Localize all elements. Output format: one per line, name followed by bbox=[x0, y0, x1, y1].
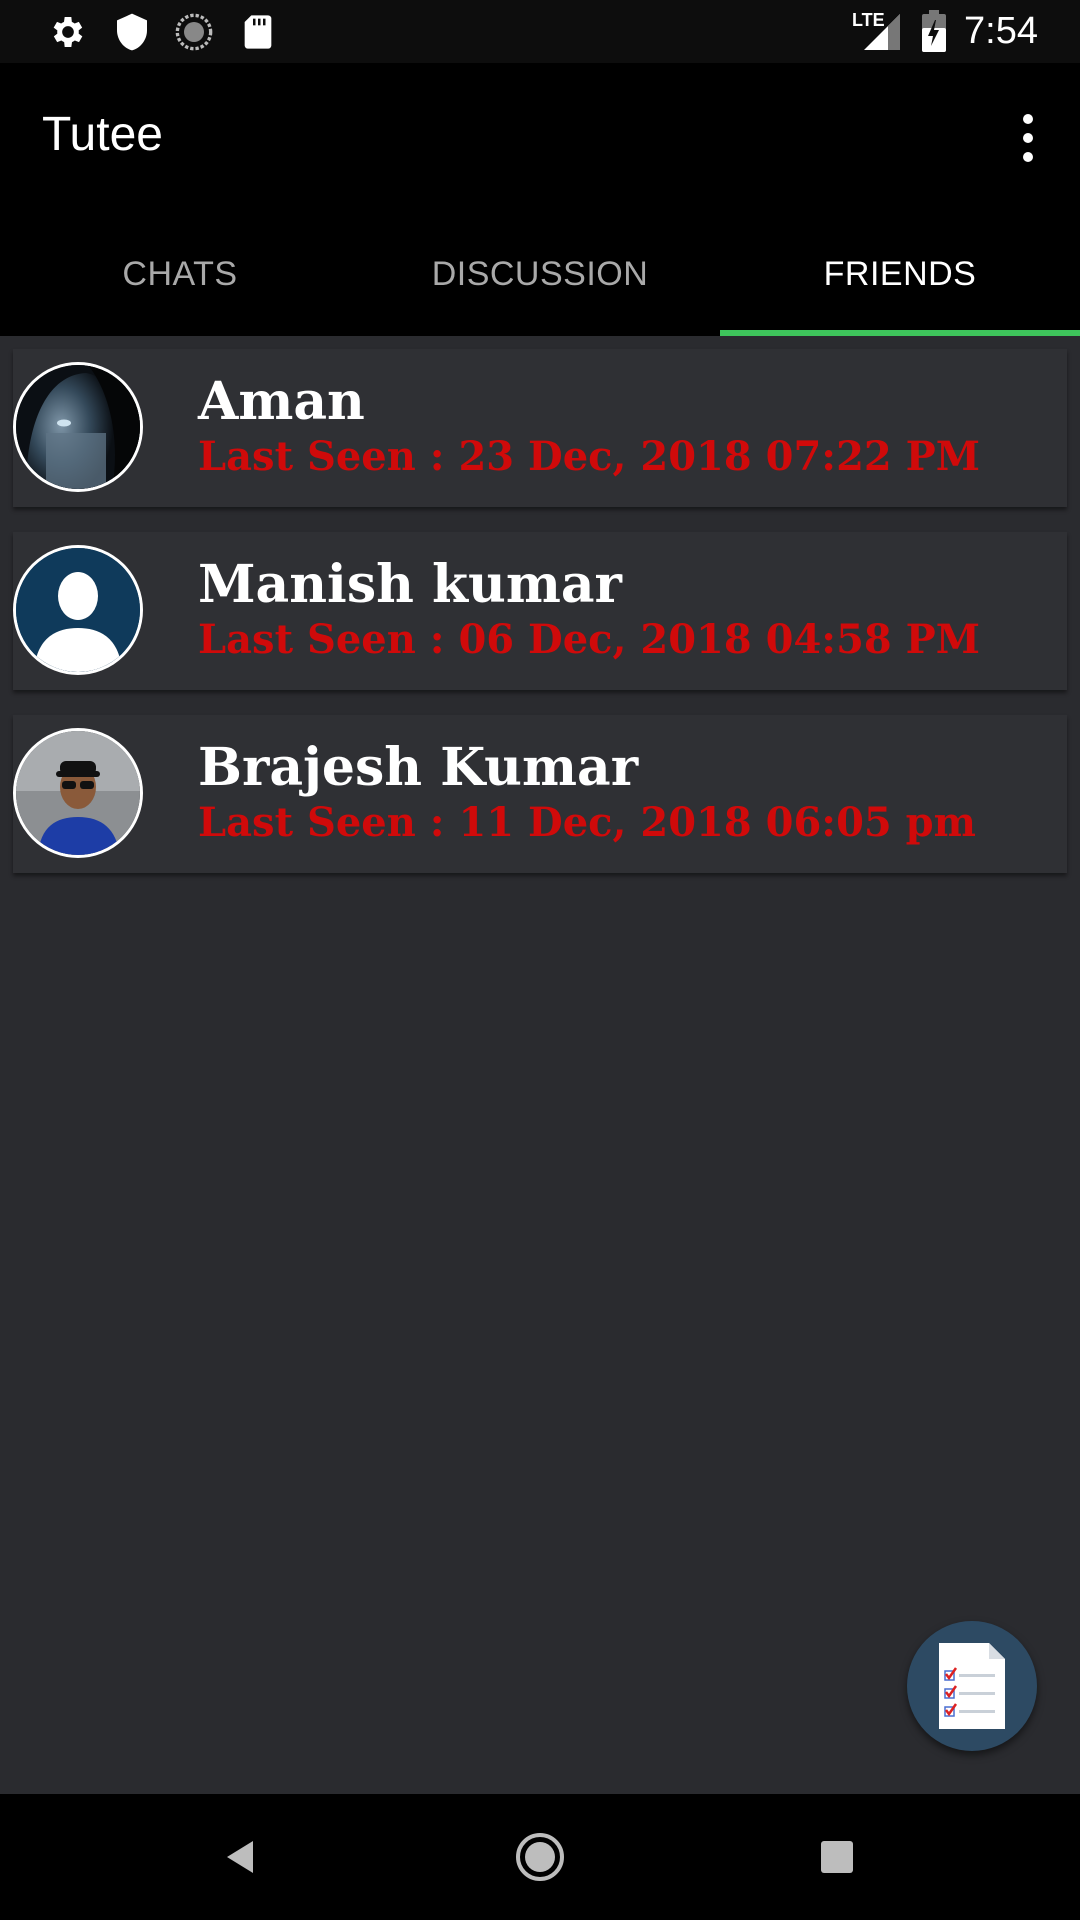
friend-name: Manish kumar bbox=[198, 554, 622, 615]
recents-button[interactable] bbox=[802, 1822, 872, 1892]
friend-list-item[interactable]: Manish kumar Last Seen : 06 Dec, 2018 04… bbox=[13, 532, 1067, 690]
battery-charging-icon bbox=[920, 10, 948, 59]
default-user-icon bbox=[16, 548, 140, 672]
tab-label: FRIENDS bbox=[823, 255, 977, 293]
tab-friends[interactable]: FRIENDS bbox=[720, 213, 1080, 336]
tab-chats[interactable]: CHATS bbox=[0, 213, 360, 336]
friend-last-seen: Last Seen : 11 Dec, 2018 06:05 pm bbox=[198, 799, 976, 846]
sd-card-icon bbox=[238, 12, 278, 57]
avatar[interactable] bbox=[13, 362, 143, 492]
shield-icon bbox=[112, 12, 152, 57]
home-icon bbox=[516, 1833, 564, 1881]
tab-indicator bbox=[720, 330, 1080, 336]
avatar[interactable] bbox=[13, 728, 143, 858]
tab-bar: CHATS DISCUSSION FRIENDS bbox=[0, 213, 1080, 336]
friend-name: Brajesh Kumar bbox=[198, 737, 639, 798]
back-icon bbox=[227, 1841, 253, 1873]
friend-last-seen: Last Seen : 23 Dec, 2018 07:22 PM bbox=[198, 433, 981, 480]
app-title: Tutee bbox=[42, 108, 163, 161]
more-options-button[interactable] bbox=[998, 103, 1058, 173]
avatar[interactable] bbox=[13, 545, 143, 675]
network-type-label: LTE bbox=[852, 10, 885, 30]
tab-discussion[interactable]: DISCUSSION bbox=[360, 213, 720, 336]
status-time: 7:54 bbox=[964, 10, 1038, 52]
checklist-icon bbox=[939, 1643, 1005, 1729]
status-bar: LTE 7:54 bbox=[0, 0, 1080, 63]
sync-icon bbox=[174, 12, 214, 57]
friend-last-seen: Last Seen : 06 Dec, 2018 04:58 PM bbox=[198, 616, 981, 663]
recents-icon bbox=[821, 1841, 853, 1873]
back-button[interactable] bbox=[206, 1822, 276, 1892]
tab-label: DISCUSSION bbox=[431, 255, 649, 293]
more-vertical-icon bbox=[1023, 114, 1033, 124]
friend-name: Aman bbox=[198, 371, 365, 432]
friend-list-item[interactable]: Aman Last Seen : 23 Dec, 2018 07:22 PM bbox=[13, 349, 1067, 507]
tab-label: CHATS bbox=[122, 255, 238, 293]
friend-list-item[interactable]: Brajesh Kumar Last Seen : 11 Dec, 2018 0… bbox=[13, 715, 1067, 873]
home-button[interactable] bbox=[505, 1822, 575, 1892]
settings-icon bbox=[48, 12, 88, 57]
checklist-fab-button[interactable] bbox=[907, 1621, 1037, 1751]
navigation-bar bbox=[0, 1794, 1080, 1920]
app-bar: Tutee bbox=[0, 63, 1080, 213]
